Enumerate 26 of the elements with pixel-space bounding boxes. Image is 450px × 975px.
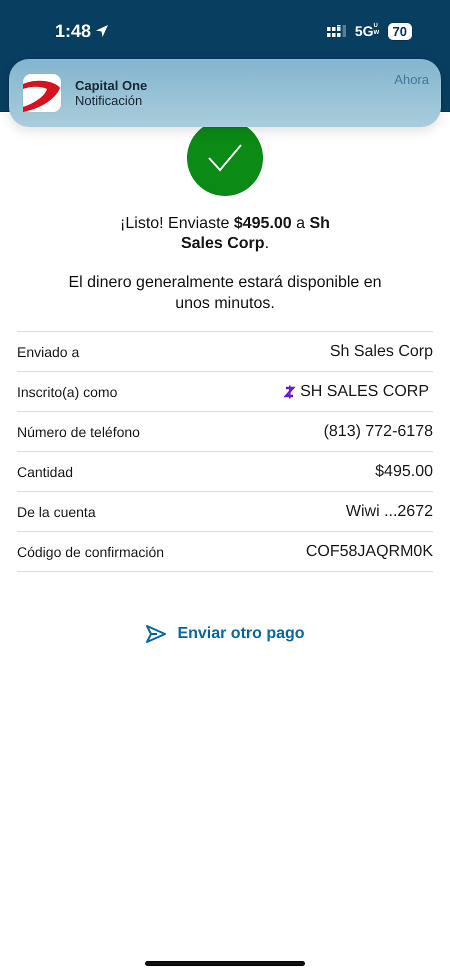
signal-icon [326, 24, 347, 38]
notification-title: Capital One [75, 78, 148, 93]
detail-value: COF58JAQRM0K [306, 542, 433, 560]
detail-label: Enviado a [17, 344, 80, 360]
notification-text: Notificación [75, 93, 144, 108]
detail-label: Cantidad [17, 464, 74, 480]
detail-value: Wiwi ...2672 [346, 502, 433, 520]
location-arrow-icon [95, 24, 110, 38]
notification-banner[interactable]: Capital One Notificación Ahora [9, 59, 441, 127]
app-icon [23, 74, 61, 112]
detail-label: Número de teléfono [17, 424, 140, 440]
battery-indicator: 70 [388, 22, 412, 40]
detail-value: $495.00 [375, 462, 433, 480]
clock-time: 1:48 [55, 20, 92, 42]
confirmation-message: ¡Listo! Enviaste $495.00 a Sh Sales Corp. [119, 214, 331, 254]
notification-time: Ahora [394, 72, 429, 87]
detail-value: (813) 772-6178 [324, 422, 433, 440]
detail-label: De la cuenta [17, 504, 96, 520]
detail-label: Código de confirmación [17, 544, 164, 560]
send-icon [145, 624, 168, 644]
detail-value: Sh Sales Corp [330, 342, 433, 360]
zelle-z-icon [284, 384, 296, 398]
send-another-payment-button[interactable]: Enviar otro pago [141, 620, 309, 648]
availability-note: El dinero generalmente estará disponible en unos minutos. [67, 273, 383, 314]
detail-value: SH SALES CORP [300, 382, 429, 400]
detail-label: Inscrito(a) como [17, 384, 118, 400]
